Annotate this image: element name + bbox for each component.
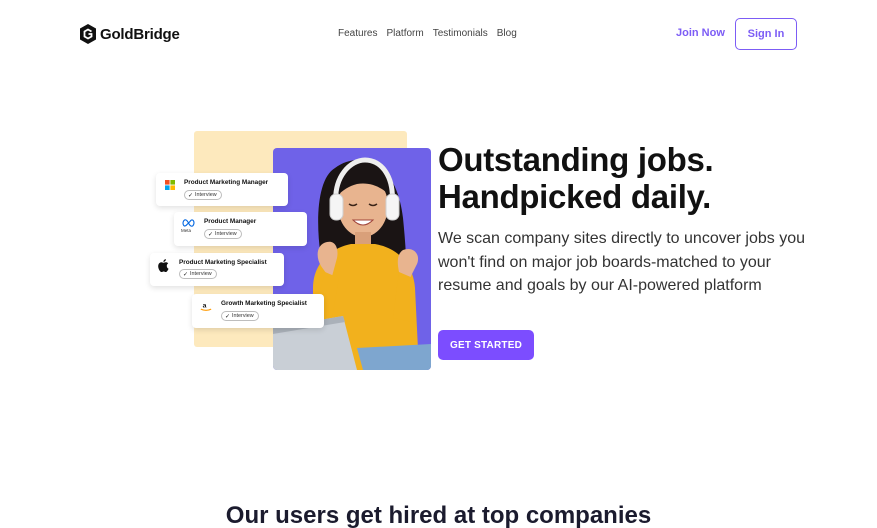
hero-headline: Outstanding jobs. Handpicked daily. bbox=[438, 141, 714, 215]
nav-blog[interactable]: Blog bbox=[497, 28, 517, 40]
status-badge: ✓ Interview bbox=[179, 269, 217, 279]
status-badge: ✓ Interview bbox=[204, 229, 242, 239]
job-card-product-manager: Meta Product Manager ✓ Interview bbox=[174, 212, 307, 246]
job-card-growth-marketing-specialist: a Growth Marketing Specialist ✓ Intervie… bbox=[192, 294, 324, 328]
status-badge: ✓ Interview bbox=[221, 311, 259, 321]
goldbridge-logo-icon bbox=[80, 24, 96, 44]
status-text: Interview bbox=[195, 192, 217, 198]
person-with-headphones-illustration bbox=[273, 157, 431, 370]
check-icon: ✓ bbox=[188, 192, 194, 199]
meta-icon bbox=[182, 219, 195, 227]
job-title: Product Marketing Specialist bbox=[179, 259, 267, 266]
job-title: Growth Marketing Specialist bbox=[221, 300, 307, 307]
sign-in-button[interactable]: Sign In bbox=[735, 18, 797, 50]
main-nav: Features Platform Testimonials Blog bbox=[338, 28, 517, 40]
status-text: Interview bbox=[232, 313, 254, 319]
svg-text:a: a bbox=[203, 302, 207, 309]
amazon-icon: a bbox=[200, 302, 212, 311]
job-card-product-marketing-manager: Product Marketing Manager ✓ Interview bbox=[156, 173, 288, 206]
brand-logo[interactable]: GoldBridge bbox=[80, 24, 180, 44]
job-title: Product Manager bbox=[204, 218, 257, 225]
meta-logo-caption: Meta bbox=[181, 228, 192, 233]
headline-line-1: Outstanding jobs. bbox=[438, 141, 714, 178]
hero-photo bbox=[273, 148, 431, 370]
nav-testimonials[interactable]: Testimonials bbox=[433, 28, 488, 40]
status-badge: ✓ Interview bbox=[184, 190, 222, 200]
brand-name: GoldBridge bbox=[100, 25, 180, 43]
get-started-button[interactable]: GET STARTED bbox=[438, 330, 534, 360]
nav-features[interactable]: Features bbox=[338, 28, 377, 40]
check-icon: ✓ bbox=[183, 271, 189, 278]
check-icon: ✓ bbox=[225, 313, 231, 320]
status-text: Interview bbox=[190, 271, 212, 277]
join-now-link[interactable]: Join Now bbox=[676, 27, 725, 39]
job-title: Product Marketing Manager bbox=[184, 179, 269, 186]
companies-section-title: Our users get hired at top companies bbox=[225, 502, 652, 528]
headline-line-2: Handpicked daily. bbox=[438, 178, 712, 215]
apple-icon bbox=[158, 259, 169, 272]
nav-platform[interactable]: Platform bbox=[386, 28, 423, 40]
microsoft-icon bbox=[165, 180, 175, 190]
hero-subtext: We scan company sites directly to uncove… bbox=[438, 230, 805, 294]
job-card-product-marketing-specialist: Product Marketing Specialist ✓ Interview bbox=[150, 253, 284, 286]
check-icon: ✓ bbox=[208, 231, 214, 238]
status-text: Interview bbox=[215, 231, 237, 237]
